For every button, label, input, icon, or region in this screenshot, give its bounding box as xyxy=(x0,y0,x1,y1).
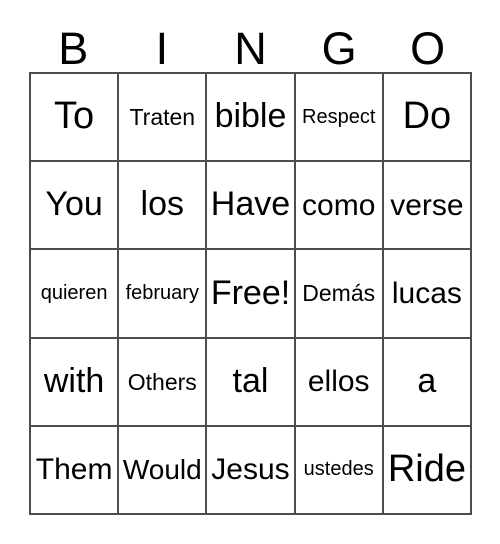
bingo-cell-r5c1[interactable]: Them xyxy=(31,426,120,515)
bingo-cell-r1c3[interactable]: bible xyxy=(207,74,296,163)
bingo-cell-r1c4[interactable]: Respect xyxy=(295,74,384,163)
bingo-cell-label: a xyxy=(417,361,437,400)
bingo-free-space-label: Free! xyxy=(210,273,291,312)
bingo-cell-label: bible xyxy=(214,97,287,136)
bingo-cell-label: Respect xyxy=(302,105,376,128)
bingo-cell-label: Would xyxy=(122,454,202,486)
bingo-cell-label: ustedes xyxy=(303,458,374,481)
bingo-cell-label: verse xyxy=(390,188,464,222)
bingo-header-row: B I N G O xyxy=(29,14,472,72)
bingo-header-letter-n: N xyxy=(234,23,267,74)
bingo-cell-label: ellos xyxy=(307,364,370,398)
bingo-cell-r4c1[interactable]: with xyxy=(31,338,120,427)
bingo-cell-r2c2[interactable]: los xyxy=(119,162,208,251)
bingo-cell-label: lucas xyxy=(391,276,462,310)
bingo-cell-r4c3[interactable]: tal xyxy=(207,338,296,427)
bingo-header-letter-i: I xyxy=(155,23,169,74)
bingo-cell-r2c3[interactable]: Have xyxy=(207,162,296,251)
bingo-cell-r5c5[interactable]: Ride xyxy=(383,426,472,515)
bingo-cell-label: february xyxy=(125,281,199,304)
bingo-cell-r1c2[interactable]: Traten xyxy=(119,74,208,163)
bingo-cell-r1c5[interactable]: Do xyxy=(383,74,472,163)
bingo-cell-free-space[interactable]: Free! xyxy=(207,250,296,339)
bingo-header-letter-b: B xyxy=(58,23,89,74)
bingo-cell-label: los xyxy=(140,185,185,224)
bingo-cell-r5c2[interactable]: Would xyxy=(119,426,208,515)
bingo-cell-label: Traten xyxy=(129,104,196,131)
bingo-cell-label: como xyxy=(302,188,376,222)
bingo-cell-r2c1[interactable]: You xyxy=(31,162,120,251)
bingo-cell-label: To xyxy=(54,95,95,138)
bingo-cell-r4c5[interactable]: a xyxy=(383,338,472,427)
bingo-grid: To Traten bible Respect Do You los Have … xyxy=(29,72,472,515)
bingo-cell-r2c5[interactable]: verse xyxy=(383,162,472,251)
bingo-cell-r4c4[interactable]: ellos xyxy=(295,338,384,427)
bingo-cell-r2c4[interactable]: como xyxy=(295,162,384,251)
bingo-cell-label: Others xyxy=(127,368,197,395)
bingo-cell-r3c4[interactable]: Demás xyxy=(295,250,384,339)
bingo-cell-label: with xyxy=(43,361,105,400)
bingo-cell-label: Ride xyxy=(387,447,466,490)
bingo-card: B I N G O To Traten bible Respect Do You… xyxy=(0,0,500,544)
bingo-cell-r3c1[interactable]: quieren xyxy=(31,250,120,339)
bingo-cell-label: Them xyxy=(35,453,113,487)
bingo-cell-label: Have xyxy=(210,185,291,224)
bingo-cell-r4c2[interactable]: Others xyxy=(119,338,208,427)
bingo-cell-r5c4[interactable]: ustedes xyxy=(295,426,384,515)
bingo-cell-label: quieren xyxy=(40,281,108,304)
bingo-header-letter-o: O xyxy=(410,23,446,74)
bingo-cell-label: Demás xyxy=(302,280,376,307)
bingo-cell-r5c3[interactable]: Jesus xyxy=(207,426,296,515)
bingo-header-letter-g: G xyxy=(321,23,357,74)
bingo-cell-r3c2[interactable]: february xyxy=(119,250,208,339)
bingo-cell-label: Jesus xyxy=(211,453,290,487)
bingo-cell-r3c5[interactable]: lucas xyxy=(383,250,472,339)
bingo-cell-label: Do xyxy=(402,95,452,138)
bingo-cell-label: You xyxy=(45,185,103,224)
bingo-cell-r1c1[interactable]: To xyxy=(31,74,120,163)
bingo-cell-label: tal xyxy=(232,361,269,400)
